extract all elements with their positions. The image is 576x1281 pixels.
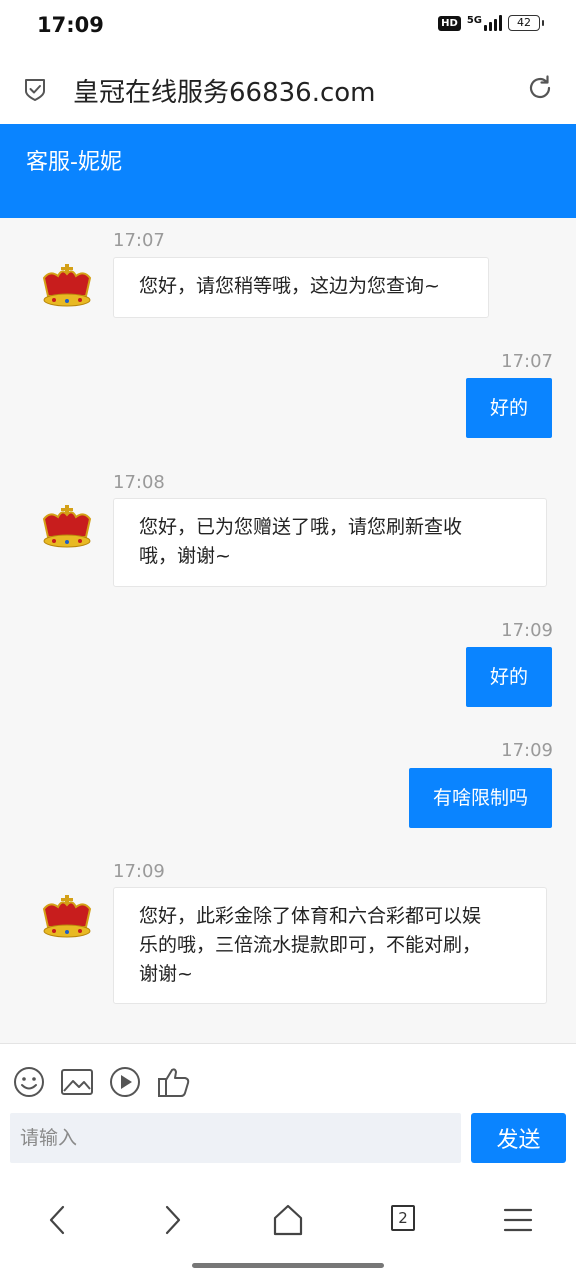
composer-panel: 发送 xyxy=(0,1043,576,1281)
send-button[interactable]: 发送 xyxy=(471,1113,566,1163)
home-indicator[interactable] xyxy=(192,1263,384,1268)
home-icon[interactable] xyxy=(270,1202,306,1238)
menu-icon[interactable] xyxy=(500,1202,536,1238)
video-icon[interactable] xyxy=(107,1064,143,1100)
message-line: 您好，此彩金除了体育和六合彩都可以娱 xyxy=(139,905,482,927)
message-time: 17:09 xyxy=(501,620,553,641)
page-title[interactable]: 皇冠在线服务66836.com xyxy=(73,72,376,109)
user-message-bubble: 好的 xyxy=(465,647,552,707)
chat-area[interactable]: 17:07 您好，请您稍等哦，这边为您查询~ 17:07 好的 17:08 您好… xyxy=(0,218,576,1043)
message-time: 17:07 xyxy=(501,351,553,372)
message-time: 17:08 xyxy=(113,472,165,493)
message-line: 乐的哦，三倍流水提款即可，不能对刷， xyxy=(139,934,482,956)
user-message-bubble: 有啥限制吗 xyxy=(408,768,552,828)
image-icon[interactable] xyxy=(59,1064,95,1100)
message-time: 17:09 xyxy=(113,861,165,882)
message-time: 17:09 xyxy=(501,740,553,761)
chat-header: 客服-妮妮 xyxy=(0,124,576,218)
crown-avatar-icon xyxy=(42,895,92,938)
browser-nav-bar: 2 xyxy=(0,1194,576,1244)
status-icons: HD 5G 42 xyxy=(438,14,544,31)
agent-message-bubble: 您好，已为您赠送了哦，请您刷新查收 哦，谢谢~ xyxy=(113,498,547,587)
chat-title: 客服-妮妮 xyxy=(26,150,122,175)
crown-avatar-icon xyxy=(42,505,92,548)
agent-message-bubble: 您好，此彩金除了体育和六合彩都可以娱 乐的哦，三倍流水提款即可，不能对刷， 谢谢… xyxy=(113,887,547,1004)
address-bar: 皇冠在线服务66836.com xyxy=(0,50,576,124)
back-icon[interactable] xyxy=(40,1202,76,1238)
message-input[interactable] xyxy=(10,1113,461,1163)
user-message-bubble: 好的 xyxy=(465,378,552,438)
tabs-button[interactable]: 2 xyxy=(391,1205,415,1231)
crown-avatar-icon xyxy=(42,264,92,307)
status-time: 17:09 xyxy=(37,13,104,37)
emoji-icon[interactable] xyxy=(11,1064,47,1100)
status-bar: 17:09 HD 5G 42 xyxy=(0,0,576,50)
message-line: 您好，已为您赠送了哦，请您刷新查收 xyxy=(139,516,463,538)
message-line: 谢谢~ xyxy=(139,963,193,985)
network-type: 5G xyxy=(466,14,482,26)
hd-badge: HD xyxy=(438,15,461,31)
message-time: 17:07 xyxy=(113,230,165,251)
shield-icon[interactable] xyxy=(22,76,48,102)
signal-icon xyxy=(484,15,502,31)
reload-icon[interactable] xyxy=(526,74,554,102)
forward-icon[interactable] xyxy=(154,1202,190,1238)
thumbs-up-icon[interactable] xyxy=(156,1064,192,1100)
message-line: 哦，谢谢~ xyxy=(139,545,231,567)
battery-icon: 42 xyxy=(508,15,544,31)
agent-message-bubble: 您好，请您稍等哦，这边为您查询~ xyxy=(113,257,489,318)
